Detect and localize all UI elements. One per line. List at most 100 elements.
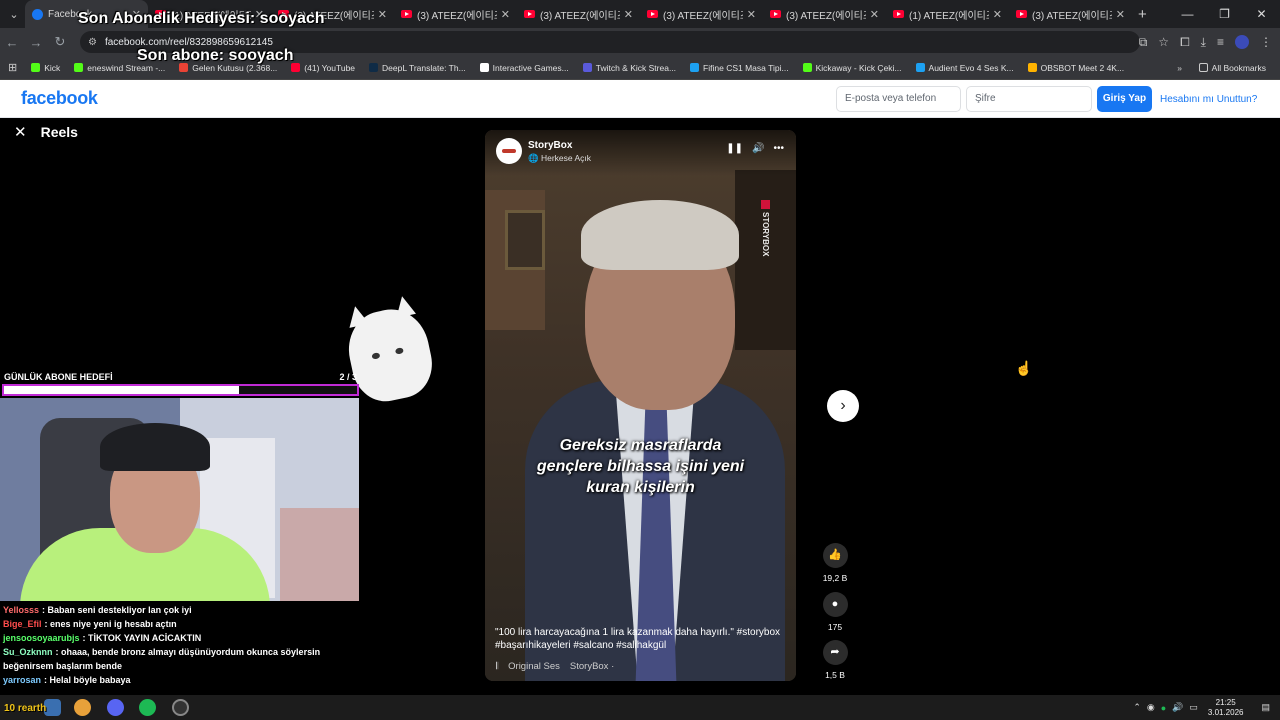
close-window-icon[interactable]: ✕ bbox=[1243, 0, 1280, 28]
discord-tray-icon[interactable]: ◉ bbox=[1147, 702, 1155, 713]
download-icon[interactable]: ⤓ bbox=[1201, 35, 1206, 50]
reel-video[interactable]: STORYBOX StoryBox 🌐 Herkese Açık ❚❚ 🔊 ••… bbox=[485, 130, 796, 681]
extensions-icon[interactable]: ⧠ bbox=[1180, 35, 1190, 50]
minimize-icon[interactable]: — bbox=[1169, 0, 1206, 28]
browser-tab[interactable]: (3) ATEEZ(에이티즈) ✕ bbox=[517, 0, 640, 28]
share-count: 1,5 B bbox=[825, 670, 845, 680]
browser-tab[interactable]: (3) ATEEZ(에이티즈) ✕ bbox=[394, 0, 517, 28]
media-icon[interactable]: ≡ bbox=[1217, 35, 1224, 49]
password-field[interactable]: Şifre bbox=[966, 86, 1092, 112]
author-avatar[interactable] bbox=[496, 138, 522, 164]
reel-caption[interactable]: "100 lira harcayacağına 1 lira kazanmak … bbox=[495, 626, 787, 652]
facebook-logo[interactable]: facebook bbox=[21, 88, 98, 109]
url-text[interactable]: facebook.com/reel/832898659612145 bbox=[105, 37, 273, 48]
spotify-icon[interactable] bbox=[139, 699, 156, 716]
comment-action[interactable]: ● 175 bbox=[820, 592, 850, 632]
forgot-account-link[interactable]: Hesabını mı Unuttun? bbox=[1160, 94, 1257, 105]
chat-username: Su_Ozknnn bbox=[3, 647, 53, 657]
bookmark-label: Kick bbox=[44, 62, 61, 73]
bookmark-item[interactable]: DeepL Translate: Th... bbox=[369, 63, 466, 73]
browser-tab[interactable]: (3) ATEEZ(에이티즈) ✕ bbox=[763, 0, 886, 28]
maximize-icon[interactable]: ❐ bbox=[1206, 0, 1243, 28]
all-bookmarks[interactable]: All Bookmarks bbox=[1198, 63, 1266, 73]
volume-tray-icon[interactable]: 🔊 bbox=[1172, 702, 1183, 713]
bookmark-item[interactable]: OBSBOT Meet 2 4K... bbox=[1027, 63, 1124, 73]
comment-icon[interactable]: ● bbox=[822, 592, 848, 617]
tab-close-icon[interactable]: ✕ bbox=[624, 8, 633, 21]
install-app-icon[interactable]: ⧉ bbox=[1139, 35, 1148, 50]
share-icon[interactable]: ➦ bbox=[822, 640, 848, 665]
taskbar: ⌃ ◉ ● 🔊 ▭ 21:25 3.01.2026 ▤ bbox=[0, 695, 1280, 720]
spotify-tray-icon[interactable]: ● bbox=[1161, 703, 1166, 713]
bookmark-item[interactable]: Interactive Games... bbox=[479, 63, 569, 73]
last-sub-overlay: Son abone: sooyach bbox=[137, 47, 294, 64]
bookmark-item[interactable]: Twitch & Kick Strea... bbox=[582, 63, 676, 73]
like-icon[interactable]: 👍 bbox=[822, 543, 848, 568]
toolbar-icons: ⧉ ☆ ⧠ ⤓ ≡ ⋮ bbox=[1139, 28, 1272, 56]
bookmark-item[interactable]: Audient Evo 4 Ses K... bbox=[915, 63, 1014, 73]
bookmark-item[interactable]: Fifine CS1 Masa Tipi... bbox=[690, 63, 789, 73]
goal-bar bbox=[2, 384, 359, 396]
reload-icon[interactable]: ↻ bbox=[48, 34, 72, 50]
chat-text: : enes niye yeni ig hesabı açtın bbox=[44, 619, 177, 629]
video-cabinet bbox=[735, 170, 796, 350]
apps-icon[interactable]: ⊞ bbox=[8, 61, 17, 74]
obs-icon[interactable] bbox=[172, 699, 189, 716]
tray-expand-icon[interactable]: ⌃ bbox=[1133, 702, 1141, 713]
more-options-icon[interactable]: ••• bbox=[773, 143, 784, 154]
clock[interactable]: 21:25 3.01.2026 bbox=[1208, 698, 1244, 718]
reels-title: Reels bbox=[40, 124, 78, 140]
audio-info[interactable]: 𝄃 Original Ses StoryBox · bbox=[496, 661, 614, 672]
browser-tab[interactable]: (3) ATEEZ(에이티즈) ✕ bbox=[640, 0, 763, 28]
email-field[interactable]: E-posta veya telefon bbox=[836, 86, 961, 112]
tab-close-icon[interactable]: ✕ bbox=[1116, 8, 1125, 21]
chat-text: : TİKTOK YAYIN ACİCAKTIN bbox=[82, 633, 202, 643]
bookmark-item[interactable]: Kick bbox=[31, 63, 60, 73]
file-explorer-icon[interactable] bbox=[44, 699, 61, 716]
audio-wave-icon: 𝄃 bbox=[496, 661, 499, 672]
menu-icon[interactable]: ⋮ bbox=[1260, 35, 1272, 49]
tab-title: (3) ATEEZ(에이티즈) bbox=[417, 10, 497, 22]
bookmark-favicon-icon bbox=[31, 63, 41, 72]
site-info-icon[interactable]: ⚙ bbox=[88, 37, 97, 48]
bookmark-item[interactable]: (41) YouTube bbox=[291, 63, 355, 73]
discord-icon[interactable] bbox=[107, 699, 124, 716]
volume-icon[interactable]: 🔊 bbox=[752, 143, 764, 154]
goal-fill bbox=[4, 386, 240, 394]
bookmark-item[interactable]: Kickaway - Kick Çeki... bbox=[802, 63, 902, 73]
notification-icon[interactable]: ▤ bbox=[1261, 702, 1270, 713]
like-action[interactable]: 👍 19,2 B bbox=[820, 543, 850, 583]
folder-icon bbox=[1198, 63, 1208, 72]
back-icon[interactable]: ← bbox=[0, 35, 24, 50]
tab-close-icon[interactable]: ✕ bbox=[378, 8, 387, 21]
tab-close-icon[interactable]: ✕ bbox=[747, 8, 756, 21]
video-controls: ❚❚ 🔊 ••• bbox=[726, 143, 784, 154]
mouse-cursor-icon: ☝ bbox=[1015, 360, 1033, 376]
more-bookmarks-icon[interactable]: » bbox=[1177, 63, 1182, 73]
tab-close-icon[interactable]: ✕ bbox=[870, 8, 879, 21]
author-name[interactable]: StoryBox bbox=[528, 140, 572, 151]
close-icon[interactable]: ✕ bbox=[14, 123, 27, 141]
tab-close-icon[interactable]: ✕ bbox=[993, 8, 1002, 21]
youtube-icon bbox=[401, 10, 412, 18]
login-button[interactable]: Giriş Yap bbox=[1097, 86, 1152, 112]
share-action[interactable]: ➦ 1,5 B bbox=[820, 640, 850, 680]
video-subtitle: Gereksiz masraflarda gençlere bilhassa i… bbox=[485, 435, 796, 498]
next-reel-button[interactable]: › bbox=[827, 390, 859, 422]
pause-icon[interactable]: ❚❚ bbox=[726, 143, 743, 154]
clock-date: 3.01.2026 bbox=[1207, 707, 1244, 717]
browser-tab[interactable]: (3) ATEEZ(에이티즈) ✕ bbox=[1009, 0, 1132, 28]
tab-close-icon[interactable]: ✕ bbox=[501, 8, 510, 21]
tab-search-icon[interactable]: ⌄ bbox=[3, 3, 25, 25]
profile-avatar[interactable] bbox=[1235, 35, 1249, 49]
forward-icon[interactable]: → bbox=[24, 35, 48, 50]
network-icon[interactable]: ▭ bbox=[1189, 702, 1198, 713]
tab-title: (3) ATEEZ(에이티즈) bbox=[540, 10, 620, 22]
webcam-bed bbox=[280, 508, 359, 601]
new-tab-icon[interactable]: + bbox=[1138, 6, 1147, 23]
chrome-icon[interactable] bbox=[74, 699, 91, 716]
browser-tab[interactable]: (1) ATEEZ(에이티즈) ✕ bbox=[886, 0, 1009, 28]
bookmark-label: DeepL Translate: Th... bbox=[382, 62, 466, 73]
youtube-icon bbox=[524, 10, 535, 18]
bookmark-star-icon[interactable]: ☆ bbox=[1158, 35, 1169, 49]
